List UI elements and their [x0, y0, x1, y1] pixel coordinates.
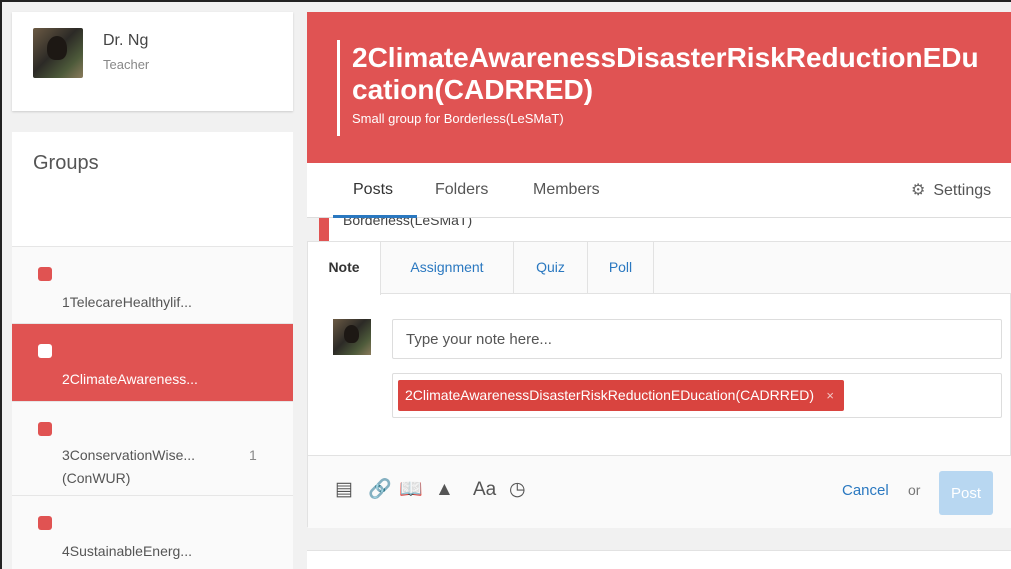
library-icon[interactable]: 📖: [399, 480, 423, 500]
group-tabs: Posts Folders Members ⚙ Settings: [307, 163, 1011, 218]
recipient-chip-label: 2ClimateAwarenessDisasterRiskReductionED…: [405, 387, 814, 403]
group-item-1[interactable]: 1TelecareHealthylif...: [12, 246, 293, 323]
banner-accent-line: [337, 40, 340, 136]
tab-posts[interactable]: Posts: [353, 181, 393, 199]
post-button[interactable]: Post: [939, 471, 993, 515]
avatar[interactable]: [33, 28, 83, 78]
composer-tabs: Note Assignment Quiz Poll: [308, 242, 1011, 295]
google-drive-icon[interactable]: ▲: [435, 480, 454, 500]
group-count-badge: 1: [249, 447, 257, 463]
tab-members[interactable]: Members: [533, 181, 600, 199]
tab-note[interactable]: Note: [308, 242, 381, 295]
groups-panel: Groups Borderless(LeSMaT) 1TelecareHealt…: [12, 132, 1011, 569]
close-icon[interactable]: ×: [826, 380, 834, 411]
group-label: 4SustainableEnerg...: [62, 543, 192, 559]
tab-folders[interactable]: Folders: [435, 181, 488, 199]
feed-card: [307, 550, 1011, 569]
group-color-icon: [38, 344, 52, 358]
composer-toolbar: ▤ 🔗 📖 ▲ Aa ◷ Cancel or Post: [308, 455, 1011, 528]
group-label: 1TelecareHealthylif...: [62, 294, 192, 310]
tab-quiz[interactable]: Quiz: [514, 242, 588, 294]
post-composer: Note Assignment Quiz Poll 2ClimateAwaren…: [307, 241, 1011, 528]
group-item-3[interactable]: 3ConservationWise... 1 (ConWUR): [12, 401, 293, 495]
active-tab-indicator: [333, 215, 417, 218]
group-banner: 2ClimateAwarenessDisasterRiskReductionED…: [307, 12, 1011, 163]
groups-title: Groups: [33, 152, 99, 174]
main-content: 2ClimateAwarenessDisasterRiskReductionED…: [307, 12, 1011, 569]
group-color-icon: [38, 422, 52, 436]
link-icon[interactable]: 🔗: [368, 480, 392, 500]
sidebar: Dr. Ng Teacher Groups Borderless(LeSMaT)…: [12, 12, 1011, 569]
group-label-line2: (ConWUR): [62, 470, 131, 486]
profile-role: Teacher: [103, 57, 150, 72]
recipient-chip[interactable]: 2ClimateAwarenessDisasterRiskReductionED…: [398, 380, 844, 411]
tab-assignment[interactable]: Assignment: [381, 242, 514, 294]
profile-name[interactable]: Dr. Ng: [103, 32, 148, 50]
group-label: 2ClimateAwareness...: [62, 371, 198, 387]
profile-card[interactable]: Dr. Ng Teacher: [12, 12, 293, 111]
gear-icon: ⚙: [911, 182, 926, 199]
settings-button[interactable]: ⚙ Settings: [911, 180, 991, 200]
font-format-icon[interactable]: Aa: [473, 480, 496, 500]
group-item-2[interactable]: 2ClimateAwareness...: [12, 323, 293, 401]
group-label: 3ConservationWise...: [62, 447, 196, 463]
group-item-4[interactable]: 4SustainableEnerg...: [12, 495, 293, 569]
group-subtitle[interactable]: Small group for Borderless(LeSMaT): [352, 111, 564, 126]
avatar: [333, 319, 371, 355]
tab-poll[interactable]: Poll: [588, 242, 654, 294]
note-input[interactable]: [392, 319, 1002, 359]
file-icon[interactable]: ▤: [335, 480, 353, 500]
group-color-icon: [38, 516, 52, 530]
clock-icon[interactable]: ◷: [509, 480, 526, 500]
settings-label: Settings: [933, 182, 992, 199]
cancel-button[interactable]: Cancel: [842, 482, 889, 499]
group-title: 2ClimateAwarenessDisasterRiskReductionED…: [352, 42, 979, 105]
recipients-field[interactable]: 2ClimateAwarenessDisasterRiskReductionED…: [392, 373, 1002, 418]
group-color-icon: [38, 267, 52, 281]
or-text: or: [908, 482, 921, 498]
